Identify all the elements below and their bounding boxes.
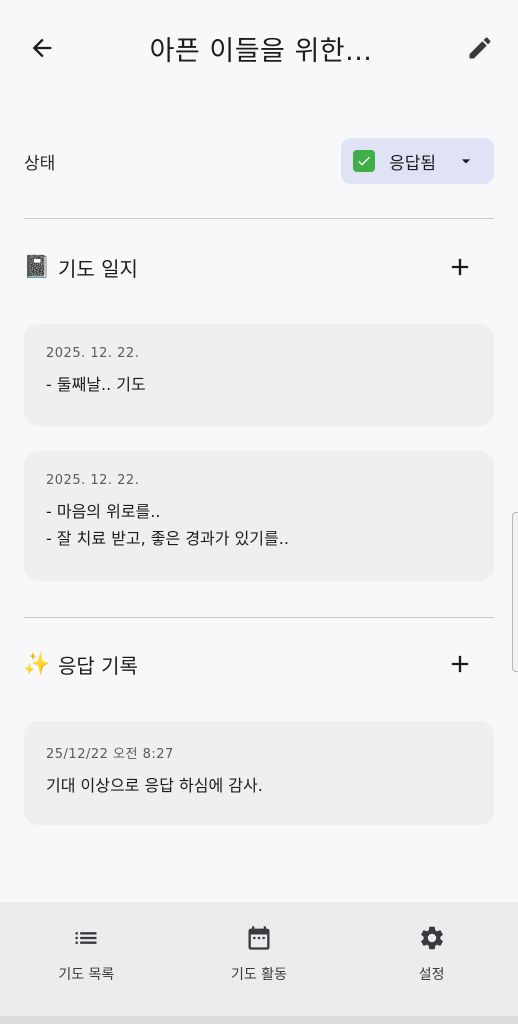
answer-entry-card[interactable]: 25/12/22 오전 8:27 기대 이상으로 응답 하심에 감사. bbox=[24, 721, 494, 825]
system-nav-bar bbox=[0, 1016, 518, 1024]
nav-label: 설정 bbox=[418, 967, 445, 983]
side-scroll-handle[interactable] bbox=[512, 512, 518, 672]
nav-item-prayer-list[interactable]: 기도 목록 bbox=[16, 924, 156, 984]
arrow-left-icon bbox=[32, 38, 52, 58]
entry-line: - 둘째날.. 기도 bbox=[46, 375, 146, 394]
status-row: 상태 응답됨 bbox=[24, 138, 494, 184]
add-answer-button[interactable] bbox=[442, 646, 478, 682]
notebook-icon: 📓 bbox=[23, 254, 51, 280]
caret-down-icon bbox=[461, 159, 471, 164]
edit-button[interactable] bbox=[462, 30, 498, 66]
plus-icon bbox=[451, 258, 469, 276]
calendar-icon bbox=[248, 926, 270, 950]
list-icon bbox=[75, 932, 97, 944]
gear-icon bbox=[420, 926, 443, 950]
status-label: 상태 bbox=[24, 153, 56, 174]
page-title: 아픈 이들을 위한... bbox=[149, 35, 373, 67]
journal-section-title: 기도 일지 bbox=[58, 256, 138, 281]
check-box-icon bbox=[353, 150, 376, 172]
answers-section-title: 응답 기록 bbox=[58, 653, 138, 678]
entry-line: 기대 이상으로 응답 하심에 감사. bbox=[46, 776, 263, 795]
divider bbox=[24, 218, 494, 219]
back-button[interactable] bbox=[24, 30, 60, 66]
status-dropdown[interactable]: 응답됨 bbox=[341, 138, 494, 184]
journal-entry-card[interactable]: 2025. 12. 22. - 마음의 위로를.. - 잘 치료 받고, 좋은 … bbox=[24, 451, 494, 581]
sparkles-icon: ✨ bbox=[23, 651, 51, 677]
app-bar: 아픈 이들을 위한... bbox=[0, 0, 518, 96]
divider bbox=[24, 617, 494, 618]
journal-section-header: 📓 기도 일지 bbox=[23, 247, 478, 287]
entry-line: - 마음의 위로를.. bbox=[46, 502, 161, 521]
nav-item-prayer-activity[interactable]: 기도 활동 bbox=[189, 924, 329, 984]
nav-label: 기도 목록 bbox=[58, 967, 115, 983]
add-journal-button[interactable] bbox=[442, 249, 478, 285]
bottom-navigation: 기도 목록 기도 활동 설정 bbox=[0, 902, 518, 1016]
entry-date: 2025. 12. 22. bbox=[46, 346, 140, 361]
app-root: 아픈 이들을 위한... 상태 응답됨 📓 기도 일지 2025. 12. 22… bbox=[0, 0, 518, 1024]
journal-entry-card[interactable]: 2025. 12. 22. - 둘째날.. 기도 bbox=[24, 324, 494, 426]
nav-item-settings[interactable]: 설정 bbox=[362, 924, 502, 984]
pencil-icon bbox=[469, 37, 491, 59]
nav-label: 기도 활동 bbox=[230, 967, 287, 983]
entry-date: 2025. 12. 22. bbox=[46, 473, 140, 488]
plus-icon bbox=[451, 655, 469, 673]
answers-section-header: ✨ 응답 기록 bbox=[23, 644, 478, 684]
status-value: 응답됨 bbox=[389, 153, 436, 174]
entry-line: - 잘 치료 받고, 좋은 경과가 있기를.. bbox=[46, 529, 289, 548]
entry-date: 25/12/22 오전 8:27 bbox=[46, 747, 174, 762]
